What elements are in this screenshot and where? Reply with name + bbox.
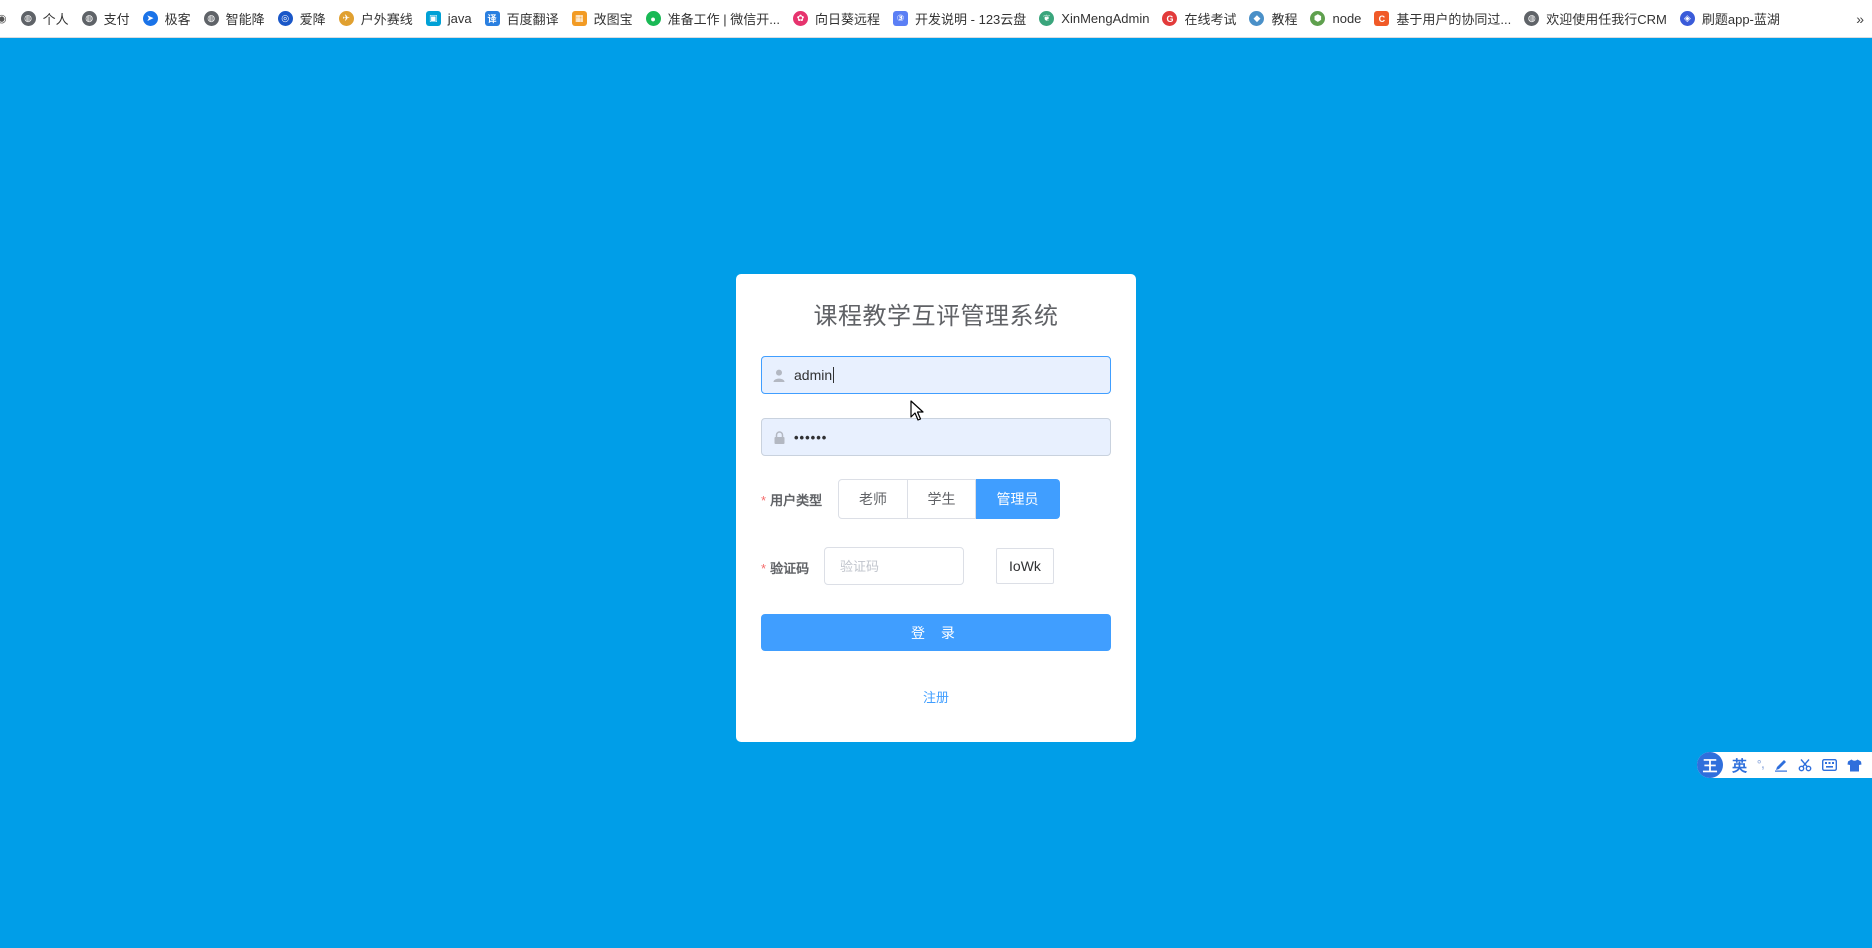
- bookmark-item[interactable]: ⬢ node: [1306, 0, 1370, 37]
- bookmark-item[interactable]: ➤ 极客: [139, 0, 200, 37]
- ime-punct-toggle[interactable]: °,: [1757, 759, 1764, 771]
- captcha-label: * 验证码: [761, 558, 809, 577]
- skin-shirt-icon[interactable]: [1847, 759, 1862, 772]
- globe-icon: ◍: [1524, 11, 1540, 26]
- ime-logo-icon[interactable]: 王: [1697, 752, 1723, 778]
- wechat-icon: ●: [645, 11, 661, 26]
- user-type-label: * 用户类型: [761, 490, 822, 509]
- tv-icon: ▣: [425, 11, 441, 26]
- bookmark-item[interactable]: ◍ 欢迎使用任我行CRM: [1520, 0, 1676, 37]
- bookmark-item[interactable]: C 基于用户的协同过...: [1370, 0, 1520, 37]
- password-value: ••••••: [794, 429, 828, 445]
- bookmark-label: 向日葵远程: [815, 12, 881, 27]
- bookmark-item[interactable]: ③ 开发说明 - 123云盘: [889, 0, 1035, 37]
- bookmark-label: 极客: [164, 12, 191, 27]
- user-type-label-text: 用户类型: [770, 493, 823, 508]
- password-field[interactable]: ••••••: [761, 418, 1111, 456]
- leaf-icon: ❦: [1039, 11, 1055, 26]
- exam-icon: G: [1162, 11, 1178, 26]
- register-link-text[interactable]: 注册: [923, 690, 949, 705]
- bookmark-label: 百度翻译: [506, 12, 559, 27]
- register-link[interactable]: 注册: [736, 687, 1136, 706]
- bookmark-label: java: [447, 11, 472, 26]
- bookmark-item[interactable]: ✈ 户外赛线: [335, 0, 422, 37]
- user-type-teacher[interactable]: 老师: [838, 479, 908, 519]
- user-type-student[interactable]: 学生: [908, 479, 976, 519]
- ime-mode-toggle[interactable]: 英: [1732, 755, 1747, 776]
- bookmark-item[interactable]: ● 准备工作 | 微信开...: [642, 0, 789, 37]
- shield-icon: ◆: [1249, 11, 1265, 26]
- user-type-radio-group: 老师 学生 管理员: [838, 479, 1060, 519]
- sunflower-icon: ✿: [793, 11, 809, 26]
- mouse-cursor-icon: [910, 400, 924, 426]
- bookmark-label: 欢迎使用任我行CRM: [1546, 12, 1667, 27]
- bookmark-label: 准备工作 | 微信开...: [667, 12, 781, 27]
- cloud-123-icon: ③: [893, 11, 909, 26]
- bookmark-item[interactable]: ◍ 智能降: [200, 0, 274, 37]
- keyboard-icon[interactable]: [1822, 759, 1838, 771]
- bookmark-label: 个人: [42, 12, 69, 27]
- image-icon: ▦: [571, 11, 587, 26]
- bookmark-item[interactable]: 译百度翻译: [481, 0, 568, 37]
- bookmark-item[interactable]: ✿ 向日葵远程: [789, 0, 889, 37]
- bookmark-label: 在线考试: [1184, 12, 1237, 27]
- bookmark-label: 基于用户的协同过...: [1396, 12, 1512, 27]
- globe-icon: ◍: [81, 11, 97, 26]
- bookmark-item[interactable]: ◍ 个人: [17, 0, 78, 37]
- swirl-icon: ◎: [277, 11, 293, 26]
- bookmark-label: 刷题app-蓝湖: [1701, 12, 1780, 27]
- bookmark-label: node: [1332, 11, 1362, 26]
- globe-icon: ◍: [20, 11, 36, 26]
- required-mark: *: [761, 561, 767, 576]
- c-icon: C: [1374, 11, 1390, 26]
- bookmark-label: XinMengAdmin: [1061, 11, 1150, 26]
- bookmark-item[interactable]: ▣ java: [422, 0, 481, 37]
- bookmark-item[interactable]: ◆ 教程: [1245, 0, 1306, 37]
- login-button[interactable]: 登 录: [761, 614, 1111, 651]
- bookmark-item[interactable]: ▦ 改图宝: [568, 0, 642, 37]
- lanhu-icon: ◈: [1679, 11, 1695, 26]
- globe-icon: ◍: [203, 11, 219, 26]
- bookmark-label: 开发说明 - 123云盘: [915, 12, 1027, 27]
- text-caret: [833, 367, 835, 383]
- pen-icon[interactable]: [1774, 758, 1788, 772]
- user-icon: [771, 369, 787, 382]
- lock-icon: [771, 430, 787, 444]
- username-field[interactable]: admin: [761, 356, 1111, 394]
- translate-icon: 译: [484, 11, 500, 26]
- bookmark-item[interactable]: ◎ 爱降: [274, 0, 335, 37]
- bookmark-label: 支付: [103, 12, 130, 27]
- bookmark-label: 智能降: [225, 12, 265, 27]
- bookmark-label: 教程: [1271, 12, 1298, 27]
- captcha-label-text: 验证码: [770, 561, 810, 576]
- bookmark-item[interactable]: ❦ XinMengAdmin: [1035, 0, 1158, 37]
- bookmark-label: 户外赛线: [360, 12, 413, 27]
- ime-toolbar: 王 英 °,: [1697, 752, 1872, 778]
- page-title: 课程教学互评管理系统: [813, 303, 1059, 330]
- bookmark-item[interactable]: G 在线考试: [1158, 0, 1245, 37]
- user-type-admin[interactable]: 管理员: [976, 479, 1060, 519]
- bookmarks-more-button[interactable]: »: [1850, 0, 1864, 37]
- captcha-image[interactable]: IoWk: [996, 548, 1054, 584]
- rocket-icon: ✈: [338, 11, 354, 26]
- required-mark: *: [761, 493, 767, 508]
- captcha-input[interactable]: [824, 547, 964, 585]
- bookmark-label: 爱降: [299, 12, 326, 27]
- node-icon: ⬢: [1310, 11, 1326, 26]
- login-card: 课程教学互评管理系统 admin •••••• * 用户类型 老师 学生 管理员 …: [736, 274, 1136, 742]
- bookmark-item[interactable]: ◈ 刷题app-蓝湖: [1676, 0, 1789, 37]
- bookmark-label: 改图宝: [593, 12, 633, 27]
- paper-plane-icon: ➤: [142, 11, 158, 26]
- bookmarks-bar: ◉ ◍个人◍支付➤极客◍智能降◎爱降✈户外赛线▣java译百度翻译▦改图宝●准备…: [0, 0, 1872, 38]
- username-value: admin: [794, 367, 833, 383]
- bookmarks-overflow-left-icon[interactable]: ◉: [0, 12, 7, 25]
- bookmark-item[interactable]: ◍ 支付: [78, 0, 139, 37]
- scissors-icon[interactable]: [1798, 758, 1812, 772]
